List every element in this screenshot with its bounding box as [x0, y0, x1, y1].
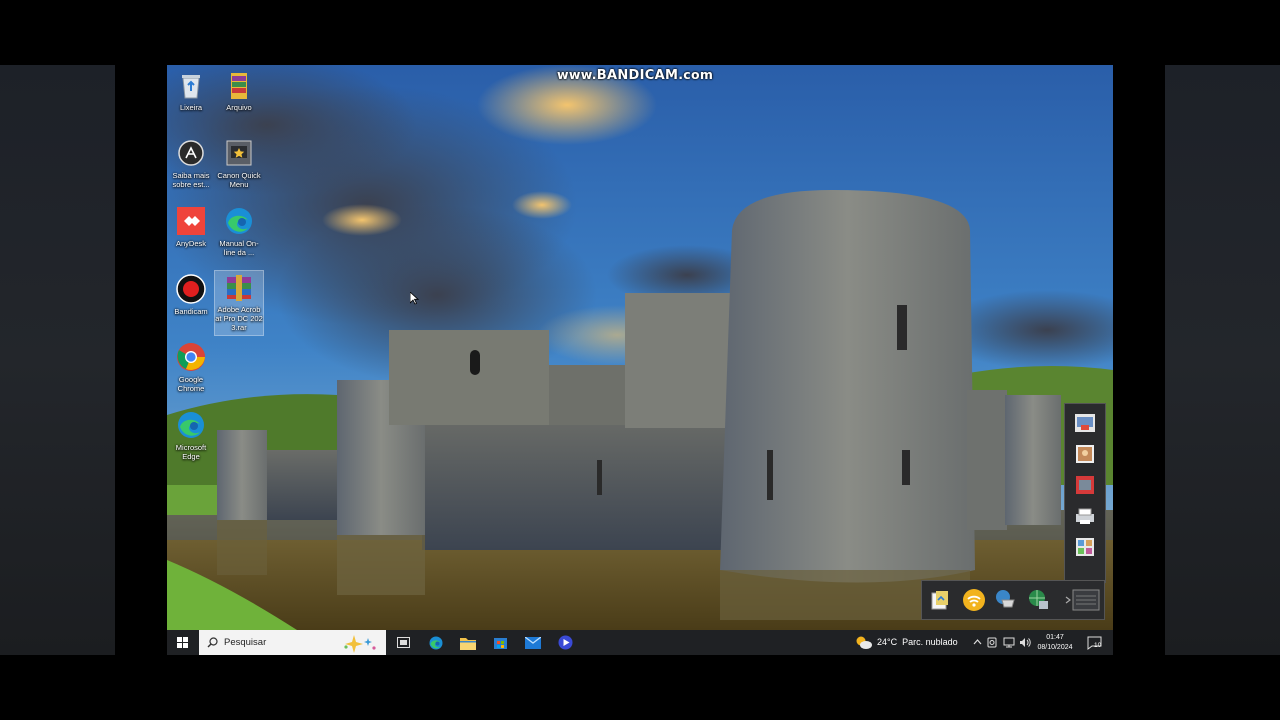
taskbar-store-button[interactable]: [489, 630, 511, 655]
photo-tray-icon[interactable]: [1073, 442, 1097, 466]
taskbar-search-box[interactable]: Pesquisar: [199, 630, 386, 655]
winrar-archive-icon: [227, 275, 251, 301]
network-ethernet-icon[interactable]: [1003, 637, 1015, 648]
media-tray-icon[interactable]: [1073, 473, 1097, 497]
desktop-icon-bandicam[interactable]: Bandicam: [167, 273, 215, 316]
clock-date: 08/10/2024: [1037, 644, 1073, 651]
desktop-icon-microsoft-edge[interactable]: Microsoft Edge: [167, 409, 215, 461]
bandicam-icon: [176, 274, 206, 304]
microsoft-edge-icon: [178, 412, 204, 438]
anydesk-icon: [177, 207, 205, 235]
edge-manual-icon: [226, 208, 252, 234]
volume-speaker-icon[interactable]: [1019, 637, 1031, 648]
recycle-bin-icon: [182, 75, 200, 99]
learn-more-icon: [178, 140, 204, 166]
search-highlight-sparkle-icon: [344, 635, 376, 653]
desktop-icon-archive[interactable]: Arquivo: [215, 69, 263, 112]
tray-overflow-panel: [1064, 403, 1106, 583]
wifi-tray-icon[interactable]: [962, 588, 986, 612]
desktop-wallpaper: [167, 65, 1113, 630]
weather-partly-cloudy-icon[interactable]: [855, 635, 873, 650]
show-hidden-icons-chevron-icon[interactable]: [973, 637, 982, 647]
media-player-icon: [558, 635, 572, 650]
windows-logo-icon: [176, 637, 188, 648]
desktop-icon-label: Google Chrome: [177, 375, 205, 393]
desktop-icon-label: AnyDesk: [175, 239, 206, 248]
taskbar-mail-button[interactable]: [522, 630, 544, 655]
video-letterbox-left: [0, 65, 115, 655]
taskbar: Pesquisar 24°C Parc. nublado 01:47 08/10/…: [167, 630, 1113, 655]
weather-widget[interactable]: 24°C Parc. nublado: [877, 637, 958, 647]
store-cart-tray-icon[interactable]: [994, 588, 1018, 612]
desktop-icon-label: Lixeira: [179, 103, 203, 112]
camera-tray-icon[interactable]: [987, 637, 997, 648]
mouse-cursor-icon: [410, 292, 419, 305]
task-view-icon: [396, 637, 410, 648]
desktop-icon-canon-quick-menu[interactable]: Canon Quick Menu: [215, 137, 263, 189]
desktop-icon-label: Bandicam: [174, 307, 208, 316]
desktop-icon-anydesk[interactable]: AnyDesk: [167, 205, 215, 248]
desktop-icon-winrar-archive[interactable]: Adobe Acrob at Pro DC 202 3.rar: [214, 270, 264, 336]
file-manager-tray-icon[interactable]: [928, 588, 952, 612]
notification-center-button[interactable]: 10: [1083, 630, 1105, 655]
bandicam-watermark: www.BANDICAM.com: [557, 67, 714, 83]
network-globe-tray-icon[interactable]: [1027, 588, 1051, 612]
google-chrome-icon: [177, 343, 205, 371]
search-icon: [207, 637, 218, 648]
printer-tray-icon[interactable]: [1073, 504, 1097, 528]
tray-expand-chevron-icon[interactable]: [1064, 591, 1072, 609]
desktop-icon-label: Microsoft Edge: [175, 443, 207, 461]
file-explorer-folder-icon: [460, 637, 476, 650]
mail-icon: [525, 636, 541, 649]
clock-time: 01:47: [1046, 634, 1064, 641]
canon-quick-menu-icon: [226, 140, 252, 166]
desktop-icon-recycle-bin[interactable]: Lixeira: [167, 69, 215, 112]
desktop-icon-label: Saiba mais sobre est...: [172, 171, 210, 189]
touch-keyboard-tray-icon[interactable]: [1072, 588, 1100, 612]
canon-tray-icon[interactable]: [1073, 411, 1097, 435]
desktop-icon-edge-manual[interactable]: Manual On-line da ...: [215, 205, 263, 257]
gallery-tray-icon[interactable]: [1073, 535, 1097, 559]
taskbar-clock[interactable]: 01:47 08/10/2024: [1033, 633, 1077, 653]
weather-description: Parc. nublado: [902, 637, 958, 647]
video-letterbox-right: [1165, 65, 1280, 655]
desktop-icon-label: Canon Quick Menu: [217, 171, 261, 189]
taskbar-edge-button[interactable]: [425, 630, 447, 655]
taskbar-file-explorer-button[interactable]: [457, 630, 479, 655]
taskbar-media-player-button[interactable]: [554, 630, 576, 655]
desktop-icon-label: Arquivo: [226, 103, 252, 112]
desktop-icon-learn-more[interactable]: Saiba mais sobre est...: [167, 137, 215, 189]
archive-folder-icon: [231, 73, 247, 99]
desktop-icon-label: Adobe Acrob at Pro DC 202 3.rar: [215, 305, 263, 332]
weather-temperature: 24°C: [877, 637, 898, 647]
desktop-screen: www.BANDICAM.com Lixeira Arquivo Saiba m…: [167, 65, 1113, 655]
desktop-icon-google-chrome[interactable]: Google Chrome: [167, 341, 215, 393]
microsoft-store-icon: [493, 638, 507, 649]
start-button[interactable]: [171, 630, 193, 655]
task-view-button[interactable]: [392, 630, 414, 655]
tray-flyout-panel: [921, 580, 1105, 620]
notification-count-badge: 10: [1094, 642, 1102, 649]
desktop-icon-label: Manual On-line da ...: [219, 239, 259, 257]
microsoft-edge-icon: [429, 636, 443, 649]
search-placeholder: Pesquisar: [224, 637, 267, 648]
